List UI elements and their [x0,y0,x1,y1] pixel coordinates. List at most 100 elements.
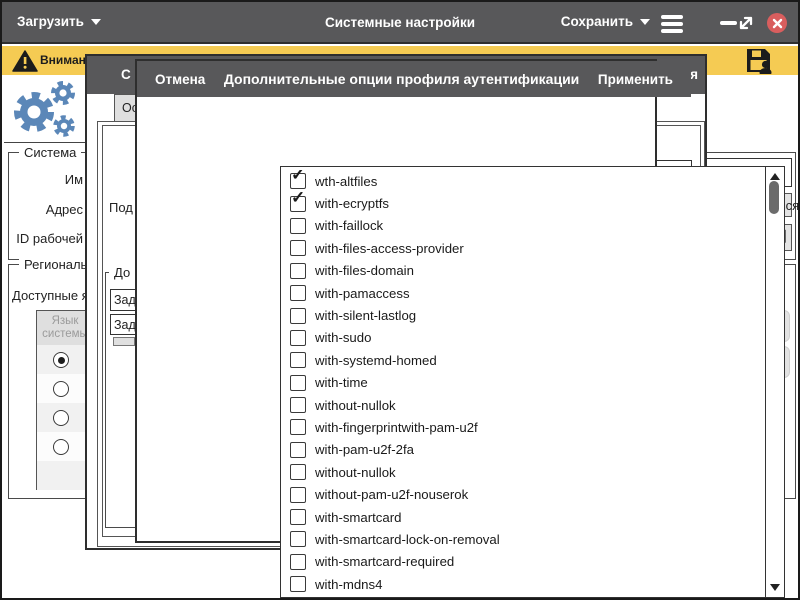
available-languages-label: Доступные я [12,288,89,303]
cancel-button[interactable]: Отмена [155,72,205,87]
option-row: without-nullok [281,394,766,416]
auth-options-dialog-header: Отмена Дополнительные опции профиля ауте… [137,61,691,97]
radio-unselected[interactable] [53,381,69,397]
language-column-header: Язык системы [39,315,91,341]
option-row: with-sudo [281,327,766,349]
checkbox-unchecked[interactable] [290,509,306,525]
checkbox-unchecked[interactable] [290,263,306,279]
options-list: ✓ wth-altfiles ✓ with-ecryptfs with-faillock… [280,166,785,598]
save-button[interactable]: Сохранить [561,14,650,29]
option-label: with-ecryptfs [315,196,389,211]
option-label: with-pamaccess [315,286,410,301]
minimize-button[interactable] [720,21,737,25]
x-icon [772,18,783,29]
options-list-scrollbar[interactable] [765,167,784,597]
floppy-save-icon[interactable] [746,48,773,74]
option-row: with-faillock [281,215,766,237]
checkbox-checked[interactable]: ✓ [290,196,306,212]
radio-selected[interactable] [53,352,69,368]
scroll-up-icon[interactable] [770,173,780,180]
checkbox-unchecked[interactable] [290,487,306,503]
server-address-label: Адрес [6,202,83,217]
chevron-down-icon [640,19,650,25]
option-row: with-fingerprintwith-pam-u2f [281,416,766,438]
option-row: with-silent-lastlog [281,304,766,326]
checkbox-unchecked[interactable] [290,240,306,256]
option-label: with-files-access-provider [315,241,464,256]
warning-triangle-icon [12,50,38,72]
option-label: with-smartcard-lock-on-removal [315,532,500,547]
option-label: with-pam-u2f-2fa [315,442,414,457]
advanced-groupbox-legend: До [109,265,135,280]
checkbox-unchecked[interactable] [290,419,306,435]
option-label: without-nullok [315,398,396,413]
option-row: with-files-access-provider [281,237,766,259]
checkbox-unchecked[interactable] [290,554,306,570]
option-label: with-smartcard-required [315,554,454,569]
option-label: without-pam-u2f-nouserok [315,487,468,502]
checkbox-unchecked[interactable] [290,397,306,413]
option-label: without-nullok [315,465,396,480]
option-row: ✓ wth-altfiles [281,170,766,192]
close-button[interactable] [767,13,787,33]
option-label: wth-altfiles [315,174,377,189]
option-label: with-mdns4 [315,577,382,592]
option-row: with-time [281,372,766,394]
connection-section-label: Под [109,200,133,215]
radio-dot [58,357,65,364]
radio-unselected[interactable] [53,410,69,426]
scroll-down-icon[interactable] [770,584,780,591]
checkbox-unchecked[interactable] [290,576,306,592]
computer-name-label: Им [6,172,83,187]
checkbox-checked[interactable]: ✓ [290,173,306,189]
system-groupbox-legend: Система [19,145,81,160]
option-label: with-systemd-homed [315,353,437,368]
option-label: with-files-domain [315,263,414,278]
menu-button[interactable] [661,15,683,36]
option-label: with-fingerprintwith-pam-u2f [315,420,478,435]
dialog-title: Дополнительные опции профиля аутентифика… [224,71,579,87]
checkbox-unchecked[interactable] [290,352,306,368]
option-row: with-files-domain [281,260,766,282]
option-row: with-smartcard-required [281,551,766,573]
checkmark-icon: ✓ [291,170,305,183]
option-label: with-smartcard [315,510,401,525]
option-row: with-smartcard [281,506,766,528]
option-label: with-faillock [315,218,383,233]
options-scrollbar-thumb[interactable] [769,181,779,214]
option-label: with-sudo [315,330,371,345]
hamburger-icon [661,15,683,19]
checkbox-unchecked[interactable] [290,464,306,480]
resize-button[interactable] [736,13,756,38]
option-label: with-time [315,375,368,390]
diagonal-arrows-icon [736,13,756,33]
checkbox-unchecked[interactable] [290,375,306,391]
option-row: with-mdns4 [281,573,766,595]
back-dialog-header-left-text[interactable]: С [121,67,131,82]
save-button-label: Сохранить [561,14,633,29]
radio-unselected[interactable] [53,439,69,455]
checkbox-unchecked[interactable] [290,218,306,234]
options-rows: ✓ wth-altfiles ✓ with-ecryptfs with-faillock… [281,170,766,597]
checkbox-unchecked[interactable] [290,285,306,301]
option-row: without-nullok [281,461,766,483]
option-row: with-pamaccess [281,282,766,304]
advanced-combo-1-value: Зад [114,293,136,307]
option-row: ✓ with-ecryptfs [281,192,766,214]
gears-icon [7,79,83,141]
apply-button[interactable]: Применить [598,72,673,87]
option-label: with-silent-lastlog [315,308,416,323]
checkbox-unchecked[interactable] [290,330,306,346]
advanced-combo-stub[interactable] [113,337,135,346]
checkmark-icon: ✓ [291,189,305,206]
option-row: with-systemd-homed [281,349,766,371]
auth-options-dialog: Отмена Дополнительные опции профиля ауте… [135,59,657,543]
checkbox-unchecked[interactable] [290,442,306,458]
checkbox-unchecked[interactable] [290,531,306,547]
option-row: without-pam-u2f-nouserok [281,483,766,505]
settings-gears-box [4,76,86,143]
system-settings-window: Загрузить Системные настройки Сохранить [0,0,800,600]
workstation-id-label: ID рабочей [6,231,83,246]
checkbox-unchecked[interactable] [290,308,306,324]
option-row: with-pam-u2f-2fa [281,439,766,461]
